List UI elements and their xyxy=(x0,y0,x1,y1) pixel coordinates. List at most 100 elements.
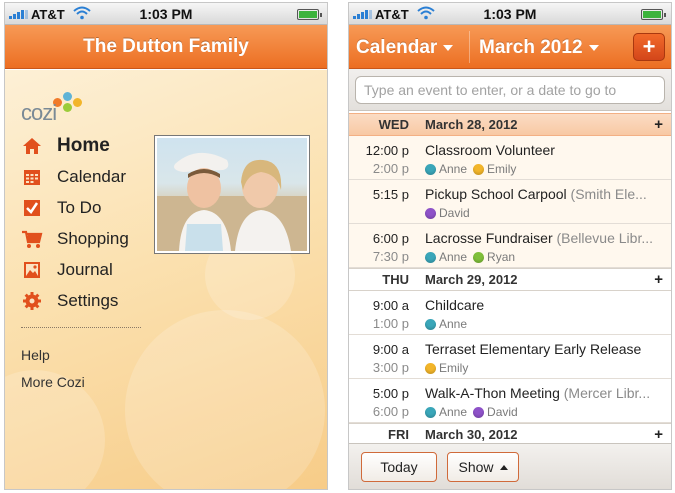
day-header: WED March 28, 2012 + xyxy=(349,113,671,136)
add-day-event-button[interactable]: + xyxy=(654,116,663,133)
menu-label: To Do xyxy=(57,197,102,217)
secondary-links: Help More Cozi xyxy=(21,345,85,399)
event-details: Terraset Elementary Early Release Emily xyxy=(425,335,671,378)
event-title-line: Lacrosse Fundraiser (Bellevue Libr... xyxy=(425,229,671,247)
menu-item-home[interactable]: Home xyxy=(21,130,129,161)
event-end-time: 1:00 p xyxy=(372,316,409,331)
calendar-navbar: Calendar March 2012 + xyxy=(349,25,671,69)
event-times: 6:00 p 7:30 p xyxy=(349,224,409,267)
clock-label: 1:03 PM xyxy=(483,6,537,22)
attendee-color-dot-icon xyxy=(425,163,436,175)
attendee-color-dot-icon xyxy=(473,406,485,418)
menu-item-calendar[interactable]: Calendar xyxy=(21,161,129,192)
left-screen: AT&T 1:03 PM The Dutton Family cozi Home xyxy=(4,2,328,490)
more-cozi-link[interactable]: More Cozi xyxy=(21,372,85,399)
family-photo[interactable] xyxy=(154,135,310,254)
event-row[interactable]: 5:00 p 6:00 p Walk-A-Thon Meeting (Mercer … xyxy=(349,379,671,423)
event-details: Walk-A-Thon Meeting (Mercer Libr... Anne D… xyxy=(425,379,671,422)
main-menu: Home Calendar To Do Shopping Journal Set… xyxy=(21,130,129,316)
month-dropdown[interactable]: March 2012 xyxy=(479,37,599,59)
chevron-down-icon xyxy=(588,45,599,51)
day-date: March 29, 2012 xyxy=(425,272,518,287)
attendee-color-dot-icon xyxy=(473,163,485,175)
home-icon xyxy=(21,135,43,157)
battery-icon xyxy=(297,9,322,20)
event-row[interactable]: 12:00 p 2:00 p Classroom Volunteer Anne Emil… xyxy=(349,136,671,180)
event-row[interactable]: 9:00 a 1:00 p Childcare Anne xyxy=(349,291,671,335)
attendee-color-dot-icon xyxy=(425,318,436,330)
today-button[interactable]: Today xyxy=(361,452,437,482)
view-dropdown-label: Calendar xyxy=(356,37,438,58)
menu-label: Journal xyxy=(57,259,113,279)
event-times: 9:00 a 1:00 p xyxy=(349,291,409,334)
event-start-time: 9:00 a xyxy=(372,342,409,357)
attendee-name: Emily xyxy=(487,162,517,176)
menu-item-settings[interactable]: Settings xyxy=(21,285,129,316)
chevron-down-icon xyxy=(443,45,454,51)
attendee-name: David xyxy=(487,405,518,419)
battery-icon xyxy=(641,9,666,20)
cart-icon xyxy=(21,228,43,250)
background-decoration xyxy=(125,310,325,489)
attendee-color-dot-icon xyxy=(473,251,485,263)
event-title: Classroom Volunteer xyxy=(425,142,555,158)
view-dropdown[interactable]: Calendar xyxy=(356,37,454,59)
event-row[interactable]: 9:00 a 3:00 p Terraset Elementary Early Re… xyxy=(349,335,671,379)
menu-item-shopping[interactable]: Shopping xyxy=(21,223,129,254)
show-button-label: Show xyxy=(458,459,494,475)
day-of-week: WED xyxy=(378,117,409,132)
event-details: Lacrosse Fundraiser (Bellevue Libr... Ann… xyxy=(425,224,671,267)
gear-icon xyxy=(21,290,43,312)
attendee: David xyxy=(473,403,518,421)
menu-item-journal[interactable]: Journal xyxy=(21,254,129,285)
event-start-time: 5:00 p xyxy=(372,386,409,401)
logo-text: cozi xyxy=(21,100,57,125)
event-entry-input[interactable] xyxy=(355,76,665,104)
event-title-line: Childcare xyxy=(425,296,671,314)
day-date: March 28, 2012 xyxy=(425,117,518,132)
help-link[interactable]: Help xyxy=(21,345,85,372)
event-title-line: Pickup School Carpool (Smith Ele... xyxy=(425,185,671,203)
event-attendees: Anne Ryan xyxy=(425,248,671,266)
day-header: FRI March 30, 2012 + xyxy=(349,423,671,443)
add-event-button[interactable]: + xyxy=(633,33,665,61)
event-attendees: Emily xyxy=(425,359,671,377)
event-title: Pickup School Carpool xyxy=(425,186,567,202)
calendar-icon xyxy=(21,166,43,188)
menu-item-todo[interactable]: To Do xyxy=(21,192,129,223)
event-location: (Smith Ele... xyxy=(570,186,647,202)
event-details: Pickup School Carpool (Smith Ele... David xyxy=(425,180,671,223)
bottom-toolbar: Today Show xyxy=(349,443,671,489)
calendar-agenda-list[interactable]: WED March 28, 2012 +12:00 p 2:00 p Classroom… xyxy=(349,113,671,443)
chevron-up-icon xyxy=(499,464,508,470)
attendee-name: Anne xyxy=(439,162,468,176)
right-screen: AT&T 1:03 PM Calendar March 2012 + WED Ma… xyxy=(348,2,672,490)
event-row[interactable]: 6:00 p 7:30 p Lacrosse Fundraiser (Bellevu… xyxy=(349,224,671,268)
event-start-time: 9:00 a xyxy=(372,298,409,313)
event-times: 5:15 p xyxy=(349,180,409,223)
checkbox-icon xyxy=(21,197,43,219)
menu-label: Calendar xyxy=(57,166,126,186)
event-title-line: Walk-A-Thon Meeting (Mercer Libr... xyxy=(425,384,671,402)
event-title-line: Classroom Volunteer xyxy=(425,141,671,159)
family-title: The Dutton Family xyxy=(83,35,249,57)
attendee: Anne xyxy=(425,248,467,266)
day-of-week: FRI xyxy=(388,427,409,442)
attendee: Anne xyxy=(425,160,467,178)
search-bar xyxy=(349,69,671,111)
menu-label: Settings xyxy=(57,290,119,310)
event-row[interactable]: 5:15 p Pickup School Carpool (Smith Ele..… xyxy=(349,180,671,224)
event-end-time: 6:00 p xyxy=(372,404,409,419)
event-location: (Bellevue Libr... xyxy=(556,230,654,246)
journal-icon xyxy=(21,259,43,281)
clock-label: 1:03 PM xyxy=(139,6,193,22)
add-day-event-button[interactable]: + xyxy=(654,426,663,443)
event-title: Childcare xyxy=(425,297,485,313)
event-times: 9:00 a 3:00 p xyxy=(349,335,409,378)
attendee-color-dot-icon xyxy=(425,251,436,263)
menu-divider xyxy=(21,327,141,328)
day-date: March 30, 2012 xyxy=(425,427,518,442)
event-location: (Mercer Libr... xyxy=(563,385,651,401)
add-day-event-button[interactable]: + xyxy=(654,271,663,288)
show-button[interactable]: Show xyxy=(447,452,519,482)
